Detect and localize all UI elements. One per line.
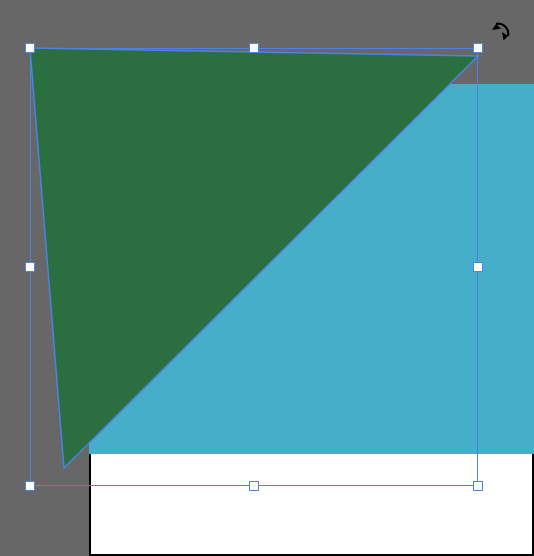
selection-shape-outline bbox=[0, 0, 534, 556]
handle-bottom-mid[interactable] bbox=[249, 481, 259, 491]
handle-mid-right[interactable] bbox=[473, 262, 483, 272]
handle-top-mid[interactable] bbox=[249, 43, 259, 53]
handle-bottom-left[interactable] bbox=[25, 481, 35, 491]
handle-top-right[interactable] bbox=[473, 43, 483, 53]
rotate-handle-icon[interactable] bbox=[490, 12, 520, 47]
handle-top-left[interactable] bbox=[25, 43, 35, 53]
handle-bottom-right[interactable] bbox=[473, 481, 483, 491]
handle-mid-left[interactable] bbox=[25, 262, 35, 272]
